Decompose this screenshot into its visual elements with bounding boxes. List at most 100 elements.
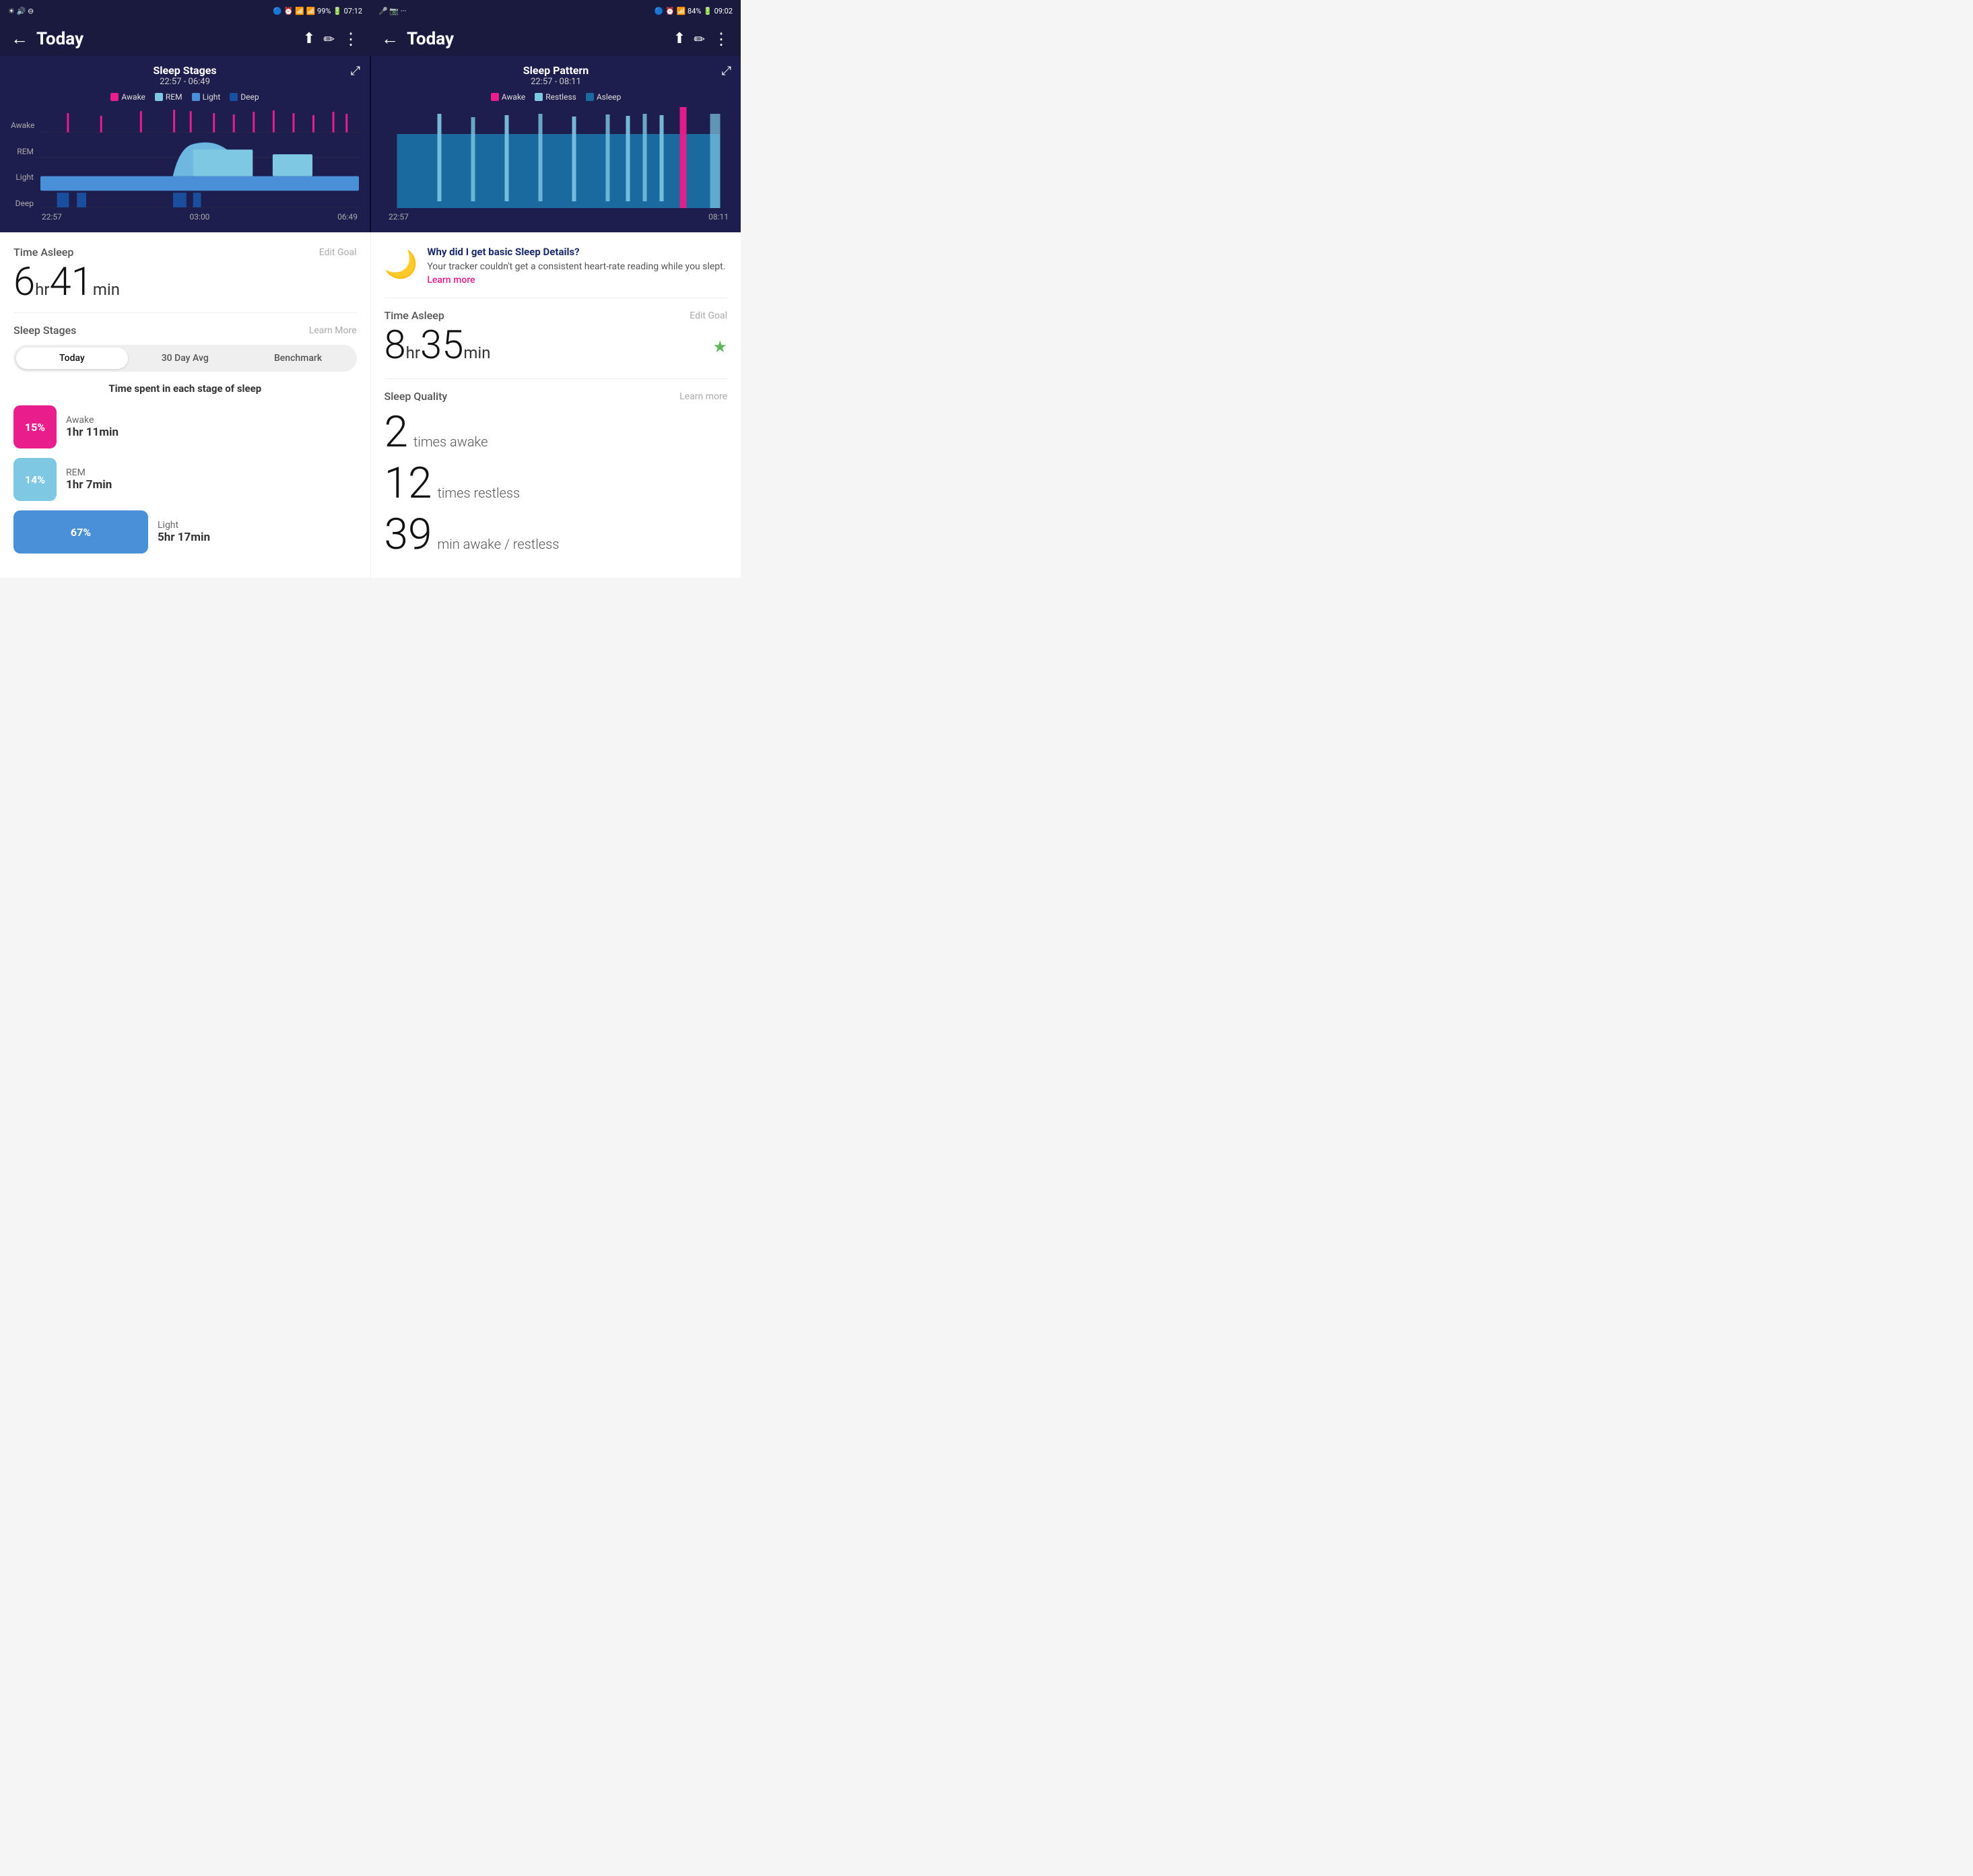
sleep-stages-header: Sleep Stages Learn More <box>13 324 357 337</box>
left-status-left-icons: ☀ 🔊 ⊖ <box>8 7 34 15</box>
sleep-pattern-svg <box>387 107 730 208</box>
times-awake-value: 2 <box>384 411 409 454</box>
left-share-button[interactable]: ⬆ <box>303 30 315 47</box>
y-label-rem: REM <box>11 147 38 156</box>
rem-badge: 14% <box>13 458 57 501</box>
learn-more-link[interactable]: Learn More <box>309 325 357 336</box>
tab-30day[interactable]: 30 Day Avg <box>129 347 241 369</box>
x-time-mid: 03:00 <box>190 212 210 222</box>
legend-deep: Deep <box>230 92 259 102</box>
left-chart-subtitle: 22:57 - 06:49 <box>11 77 359 87</box>
r-time-asleep-value: 8hr35min <box>384 326 491 365</box>
r-legend-restless: Restless <box>535 92 576 102</box>
left-status-bar: ☀ 🔊 ⊖ 🔵 ⏰ 📶 📶 99% 🔋 07:12 <box>0 0 370 22</box>
right-chart-legend: Awake Restless Asleep <box>382 92 730 102</box>
right-more-button[interactable]: ⋮ <box>713 30 730 48</box>
learn-more-link-right[interactable]: Learn more <box>427 275 475 286</box>
times-restless-row: 12 times restless <box>384 462 728 505</box>
edit-goal-link[interactable]: Edit Goal <box>319 247 357 258</box>
legend-rem: REM <box>155 92 182 102</box>
times-awake-row: 2 times awake <box>384 411 728 454</box>
times-restless-label: times restless <box>438 485 521 501</box>
time-asleep-header: Time Asleep Edit Goal <box>13 246 357 259</box>
r-time-asleep-row: 8hr35min ★ <box>384 326 728 368</box>
sleep-stages-title: Sleep Stages <box>13 324 76 337</box>
rem-info: REM 1hr 7min <box>66 467 112 492</box>
r-minutes-value: 35 <box>420 323 463 368</box>
stage-row-light: 67% Light 5hr 17min <box>13 510 357 554</box>
r-hr-unit: hr <box>406 343 420 362</box>
r-edit-goal-link[interactable]: Edit Goal <box>690 310 727 321</box>
headers: ← Today ⬆ ✏ ⋮ ← Today ⬆ ✏ ⋮ <box>0 22 741 56</box>
rem-label: REM <box>66 467 112 478</box>
light-info: Light 5hr 17min <box>158 520 210 544</box>
min-awake-restless-label: min awake / restless <box>438 536 560 552</box>
r-learn-more-link[interactable]: Learn more <box>679 391 727 402</box>
right-edit-button[interactable]: ✏ <box>694 31 705 47</box>
y-label-deep: Deep <box>11 199 38 208</box>
left-page-title: Today <box>36 29 295 49</box>
stage-row-awake: 15% Awake 1hr 11min <box>13 405 357 448</box>
minutes-value: 41 <box>50 259 93 305</box>
right-back-button[interactable]: ← <box>381 28 399 49</box>
right-chart-title: Sleep Pattern <box>382 64 730 77</box>
legend-awake: Awake <box>110 92 145 102</box>
divider-1 <box>13 312 357 313</box>
right-header: ← Today ⬆ ✏ ⋮ <box>370 22 741 56</box>
hours-value: 6 <box>13 259 35 305</box>
left-chart-legend: Awake REM Light Deep <box>11 92 359 102</box>
app-container: ☀ 🔊 ⊖ 🔵 ⏰ 📶 📶 99% 🔋 07:12 🎤 📷 ··· 🔵 ⏰ 📶 … <box>0 0 741 578</box>
left-expand-icon[interactable]: ⤢ <box>351 64 360 78</box>
left-back-button[interactable]: ← <box>11 28 28 49</box>
r-time-asleep-header: Time Asleep Edit Goal <box>384 309 728 322</box>
r-legend-asleep: Asleep <box>586 92 621 102</box>
achievement-star-icon: ★ <box>712 337 727 356</box>
time-asleep-title: Time Asleep <box>13 246 73 259</box>
r-x-time-start: 22:57 <box>389 212 409 222</box>
tab-bar: Today 30 Day Avg Benchmark <box>13 345 357 372</box>
left-chart-title: Sleep Stages <box>11 64 359 77</box>
left-more-button[interactable]: ⋮ <box>343 30 360 48</box>
chart-row: Sleep Stages 22:57 - 06:49 Awake REM Lig… <box>0 56 741 232</box>
hr-unit: hr <box>35 280 49 299</box>
left-status-right-icons: 🔵 ⏰ 📶 📶 99% 🔋 07:12 <box>273 7 362 15</box>
min-awake-restless-row: 39 min awake / restless <box>384 513 728 556</box>
left-chart-panel: Sleep Stages 22:57 - 06:49 Awake REM Lig… <box>0 56 370 232</box>
moon-icon: 🌙 <box>384 248 418 280</box>
r-legend-awake: Awake <box>491 92 526 102</box>
awake-badge: 15% <box>13 405 57 448</box>
time-asleep-value: 6hr41min <box>13 263 357 302</box>
y-label-light: Light <box>11 172 38 182</box>
info-box-desc: Your tracker couldn't get a consistent h… <box>427 261 727 287</box>
awake-time: 1hr 11min <box>66 426 119 439</box>
right-share-button[interactable]: ⬆ <box>673 30 685 47</box>
right-status-left-icons: 🎤 📷 ··· <box>378 7 406 15</box>
x-time-start: 22:57 <box>42 212 62 222</box>
right-chart-panel: Sleep Pattern 22:57 - 08:11 Awake Restle… <box>370 56 741 232</box>
main-content: Time Asleep Edit Goal 6hr41min Sleep Sta… <box>0 232 741 578</box>
light-time: 5hr 17min <box>158 531 210 544</box>
sleep-stage-sublabel: Time spent in each stage of sleep <box>13 382 357 395</box>
status-bars: ☀ 🔊 ⊖ 🔵 ⏰ 📶 📶 99% 🔋 07:12 🎤 📷 ··· 🔵 ⏰ 📶 … <box>0 0 741 22</box>
sleep-quality-header: Sleep Quality Learn more <box>384 390 728 403</box>
left-edit-button[interactable]: ✏ <box>323 31 335 47</box>
light-badge: 67% <box>13 510 148 554</box>
r-time-asleep-title: Time Asleep <box>384 309 444 322</box>
tab-today[interactable]: Today <box>16 347 128 369</box>
left-header: ← Today ⬆ ✏ ⋮ <box>0 22 370 56</box>
info-box-text: Why did I get basic Sleep Details? Your … <box>427 246 727 287</box>
r-x-time-end: 08:11 <box>708 212 729 222</box>
info-box-title: Why did I get basic Sleep Details? <box>427 246 727 258</box>
x-time-end: 06:49 <box>337 212 358 222</box>
right-expand-icon[interactable]: ⤢ <box>722 64 731 78</box>
tab-benchmark[interactable]: Benchmark <box>242 347 354 369</box>
divider-r-1 <box>384 378 728 379</box>
right-main: 🌙 Why did I get basic Sleep Details? You… <box>371 232 741 578</box>
light-label: Light <box>158 520 210 531</box>
r-min-unit: min <box>463 343 490 362</box>
right-status-bar: 🎤 📷 ··· 🔵 ⏰ 📶 84% 🔋 09:02 <box>370 0 741 22</box>
r-hours-value: 8 <box>384 323 406 368</box>
sleep-quality-stats: 2 times awake 12 times restless 39 min a… <box>384 411 728 556</box>
sleep-quality-title: Sleep Quality <box>384 390 448 403</box>
info-box: 🌙 Why did I get basic Sleep Details? You… <box>384 246 728 298</box>
